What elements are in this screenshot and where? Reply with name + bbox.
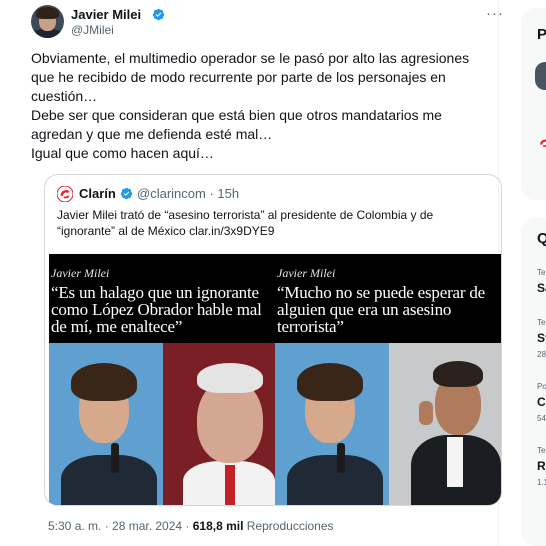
tweet-text-line: agredan y que me defienda esté mal… (31, 126, 273, 142)
tweet-text-line: que he recibido de modo recurrente por p… (31, 69, 446, 85)
panel-author: Javier Milei (277, 266, 336, 280)
views-count: 618,8 mil (192, 519, 244, 533)
tweet-header: Javier Milei @JMilei ··· (31, 3, 503, 39)
author-avatar[interactable] (31, 5, 64, 38)
quoted-tweet-text: Javier Milei trató de “asesino terrorist… (57, 207, 487, 239)
trend-title[interactable]: Sa (537, 281, 546, 295)
quoted-age: 15h (217, 186, 240, 201)
trend-count: 54 (537, 414, 546, 423)
panel-quote-line: terrorista” (277, 317, 344, 336)
panel-photo (49, 343, 275, 505)
quoted-media[interactable]: Javier Milei “Es un halago que un ignora… (45, 254, 501, 505)
panel-quote: “Mucho no se puede esperar de alguien qu… (277, 284, 501, 335)
tweet-text-line: cuestión… (31, 88, 98, 104)
trend-title[interactable]: Ru (537, 459, 546, 473)
verified-badge-icon (152, 8, 165, 21)
tweet-column: Javier Milei @JMilei ··· Obviamente, el … (17, 0, 503, 546)
panel-photo (275, 343, 501, 505)
quoted-handle[interactable]: @clarincom (137, 186, 206, 201)
tweet-text-line: Igual que como hacen aquí… (31, 145, 214, 161)
trend-title[interactable]: Ca (537, 395, 546, 409)
panel-quote-line: “Mucho no se puede esperar de (277, 283, 486, 302)
quoted-text-line: Javier Milei trató de “asesino terrorist… (57, 208, 434, 222)
tweet-timestamp[interactable]: 5:30 a. m. · 28 mar. 2024 · (48, 519, 193, 533)
sidebar-card: Q Te Sa Te St 28 Po Ca 54 Te Ru 1.1 (521, 218, 546, 546)
sidebar-card-title: Q (537, 230, 546, 247)
author-handle[interactable]: @JMilei (71, 23, 114, 37)
quoted-author-name[interactable]: Clarín (79, 186, 116, 201)
sidebar-avatar[interactable] (535, 62, 546, 90)
right-sidebar: P Q Te Sa Te St 28 Po Ca 54 Te Ru 1.1 (521, 0, 546, 546)
panel-quote-line: alguien que era un asesino (277, 300, 452, 319)
author-name[interactable]: Javier Milei (71, 7, 141, 22)
trend-count: 1.1 (537, 478, 546, 487)
clarin-logo-icon (57, 186, 73, 202)
tweet-text-line: Obviamente, el multimedio operador se le… (31, 50, 470, 66)
more-dots-icon[interactable]: ··· (486, 5, 504, 22)
views-label: Reproducciones (243, 519, 334, 533)
sidebar-card-title: P (537, 26, 546, 43)
media-panel-right[interactable]: Javier Milei “Mucho no se puede esperar … (275, 254, 501, 505)
media-panel-left[interactable]: Javier Milei “Es un halago que un ignora… (49, 254, 275, 505)
verified-badge-icon (120, 187, 133, 200)
clarin-logo-icon (540, 139, 546, 147)
trend-category: Te (537, 268, 546, 277)
sidebar-card: P (521, 8, 546, 200)
quoted-tweet-card[interactable]: Clarín @clarincom · 15h Javier Milei tra… (44, 174, 502, 506)
tweet-text: Obviamente, el multimedio operador se le… (31, 49, 481, 163)
quoted-text-line[interactable]: “ignorante” al de México clar.in/3x9DYE9 (57, 223, 487, 239)
panel-quote: “Es un halago que un ignorante como Lópe… (51, 284, 275, 335)
panel-quote-line: “Es un halago que un ignorante (51, 283, 259, 302)
trend-count: 28 (537, 350, 546, 359)
trend-category: Te (537, 318, 546, 327)
panel-quote-line: de mí, me enaltece” (51, 317, 183, 336)
quoted-meta: @clarincom · 15h (137, 186, 240, 201)
tweet-meta: 5:30 a. m. · 28 mar. 2024 · 618,8 mil Re… (48, 519, 334, 533)
panel-quote-line: como López Obrador hable mal (51, 300, 262, 319)
tweet-text-line: Debe ser que consideran que está bien qu… (31, 107, 442, 123)
avatar-hair (36, 7, 59, 19)
trend-category: Te (537, 446, 546, 455)
panel-author: Javier Milei (51, 266, 110, 280)
trend-title[interactable]: St (537, 331, 546, 345)
trend-category: Po (537, 382, 546, 391)
